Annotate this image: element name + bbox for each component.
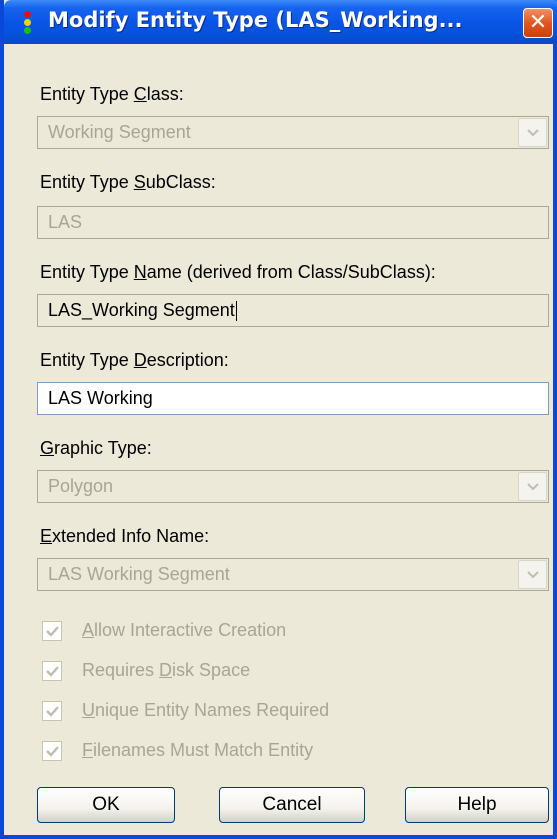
text-caret <box>235 301 237 322</box>
checkbox-label: Allow Interactive Creation <box>82 620 287 640</box>
dropdown-button[interactable] <box>518 472 547 501</box>
checkmark-icon <box>46 706 59 717</box>
extended-info-name-value: LAS Working Segment <box>48 564 230 584</box>
entity-type-description-label: Entity Type Description: <box>40 350 229 370</box>
entity-type-subclass-field[interactable]: LAS <box>37 206 549 239</box>
checkbox-box[interactable] <box>42 701 62 721</box>
checkmark-icon <box>46 746 59 757</box>
window-title: Modify Entity Type (LAS_Working... <box>48 8 463 32</box>
cancel-button[interactable]: Cancel <box>219 787 365 823</box>
dialog-window: Modify Entity Type (LAS_Working... ✕ Ent… <box>0 0 557 839</box>
ok-button[interactable]: OK <box>37 787 175 823</box>
entity-type-class-value: Working Segment <box>48 122 191 142</box>
checkmark-icon <box>46 626 59 637</box>
checkbox-box[interactable] <box>42 661 62 681</box>
graphic-type-value: Polygon <box>48 476 114 496</box>
help-button[interactable]: Help <box>405 787 549 823</box>
title-bar[interactable]: Modify Entity Type (LAS_Working... ✕ <box>4 0 557 44</box>
checkbox-label: Filenames Must Match Entity <box>82 740 314 760</box>
chevron-down-icon <box>527 129 539 137</box>
entity-type-class-select[interactable]: Working Segment <box>37 116 549 149</box>
entity-type-description-value: LAS Working <box>48 388 153 408</box>
entity-type-description-input[interactable]: LAS Working <box>37 382 549 415</box>
extended-info-name-label: Extended Info Name: <box>40 526 210 546</box>
chevron-down-icon <box>527 571 539 579</box>
entity-type-subclass-value: LAS <box>48 212 83 232</box>
chevron-down-icon <box>527 483 539 491</box>
extended-info-name-select[interactable]: LAS Working Segment <box>37 558 549 591</box>
entity-type-name-value: LAS_Working Segment <box>48 300 235 320</box>
entity-type-class-label: Entity Type Class: <box>40 84 184 104</box>
dropdown-button[interactable] <box>518 560 547 589</box>
checkbox-box[interactable] <box>42 621 62 641</box>
entity-type-name-field[interactable]: LAS_Working Segment <box>37 294 549 327</box>
traffic-light-icon <box>24 11 34 35</box>
close-button[interactable]: ✕ <box>523 8 553 38</box>
checkbox-box[interactable] <box>42 741 62 761</box>
checkmark-icon <box>46 666 59 677</box>
graphic-type-label: Graphic Type: <box>40 438 152 458</box>
checkbox-label: Requires Disk Space <box>82 660 251 680</box>
checkbox-label: Unique Entity Names Required <box>82 700 330 720</box>
graphic-type-select[interactable]: Polygon <box>37 470 549 503</box>
dropdown-button[interactable] <box>518 118 547 147</box>
close-icon: ✕ <box>528 10 548 35</box>
entity-type-name-label: Entity Type Name (derived from Class/Sub… <box>40 262 436 282</box>
entity-type-subclass-label: Entity Type SubClass: <box>40 172 216 192</box>
